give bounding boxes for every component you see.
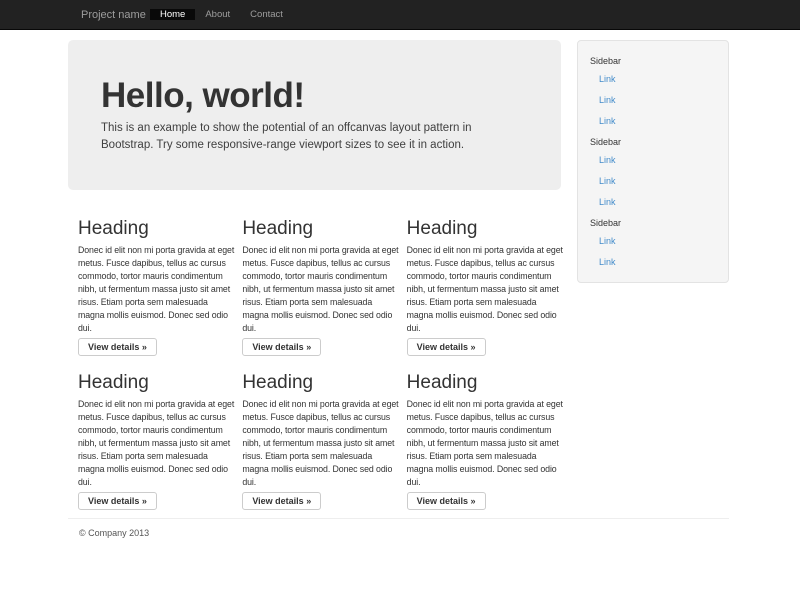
card-heading: Heading <box>78 372 232 393</box>
card-heading: Heading <box>78 218 232 239</box>
card-heading: Heading <box>242 218 396 239</box>
brand-link[interactable]: Project name <box>81 0 146 30</box>
jumbotron: Hello, world! This is an example to show… <box>68 40 561 190</box>
feature-card: Heading Donec id elit non mi porta gravi… <box>232 218 396 356</box>
sidebar-link[interactable]: Link <box>590 192 716 213</box>
sidebar-link[interactable]: Link <box>590 90 716 111</box>
content-row-2: Heading Donec id elit non mi porta gravi… <box>68 372 561 510</box>
footer-copyright: © Company 2013 <box>79 527 149 540</box>
view-details-button[interactable]: View details » <box>407 492 486 510</box>
sidebar-heading: Sidebar <box>590 53 716 69</box>
sidebar-group: Sidebar Link Link <box>590 215 716 273</box>
card-body: Donec id elit non mi porta gravida at eg… <box>407 244 565 335</box>
nav-item-about[interactable]: About <box>195 9 240 20</box>
nav-item-contact[interactable]: Contact <box>240 9 293 20</box>
card-heading: Heading <box>242 372 396 393</box>
card-body: Donec id elit non mi porta gravida at eg… <box>407 398 565 489</box>
sidebar-link[interactable]: Link <box>590 171 716 192</box>
sidebar-link[interactable]: Link <box>590 150 716 171</box>
card-body: Donec id elit non mi porta gravida at eg… <box>78 398 236 489</box>
view-details-button[interactable]: View details » <box>242 492 321 510</box>
feature-card: Heading Donec id elit non mi porta gravi… <box>397 218 561 356</box>
page-title: Hello, world! <box>101 78 528 114</box>
sidebar: Sidebar Link Link Link Sidebar Link Link… <box>577 40 729 283</box>
feature-card: Heading Donec id elit non mi porta gravi… <box>68 218 232 356</box>
sidebar-heading: Sidebar <box>590 215 716 231</box>
view-details-button[interactable]: View details » <box>407 338 486 356</box>
sidebar-link[interactable]: Link <box>590 252 716 273</box>
card-body: Donec id elit non mi porta gravida at eg… <box>78 244 236 335</box>
sidebar-link[interactable]: Link <box>590 111 716 132</box>
card-heading: Heading <box>407 372 561 393</box>
nav-item-home[interactable]: Home <box>150 9 195 20</box>
view-details-button[interactable]: View details » <box>78 338 157 356</box>
card-heading: Heading <box>407 218 561 239</box>
card-body: Donec id elit non mi porta gravida at eg… <box>242 398 400 489</box>
sidebar-group: Sidebar Link Link Link <box>590 134 716 213</box>
sidebar-heading: Sidebar <box>590 134 716 150</box>
navbar-menu: Home About Contact <box>150 0 293 30</box>
jumbotron-description: This is an example to show the potential… <box>101 120 503 154</box>
feature-card: Heading Donec id elit non mi porta gravi… <box>397 372 561 510</box>
sidebar-link[interactable]: Link <box>590 231 716 252</box>
view-details-button[interactable]: View details » <box>78 492 157 510</box>
feature-card: Heading Donec id elit non mi porta gravi… <box>232 372 396 510</box>
sidebar-link[interactable]: Link <box>590 69 716 90</box>
card-body: Donec id elit non mi porta gravida at eg… <box>242 244 400 335</box>
feature-card: Heading Donec id elit non mi porta gravi… <box>68 372 232 510</box>
footer-divider <box>68 518 729 519</box>
view-details-button[interactable]: View details » <box>242 338 321 356</box>
content-row-1: Heading Donec id elit non mi porta gravi… <box>68 218 561 356</box>
sidebar-group: Sidebar Link Link Link <box>590 53 716 132</box>
navbar: Project name Home About Contact <box>0 0 800 30</box>
